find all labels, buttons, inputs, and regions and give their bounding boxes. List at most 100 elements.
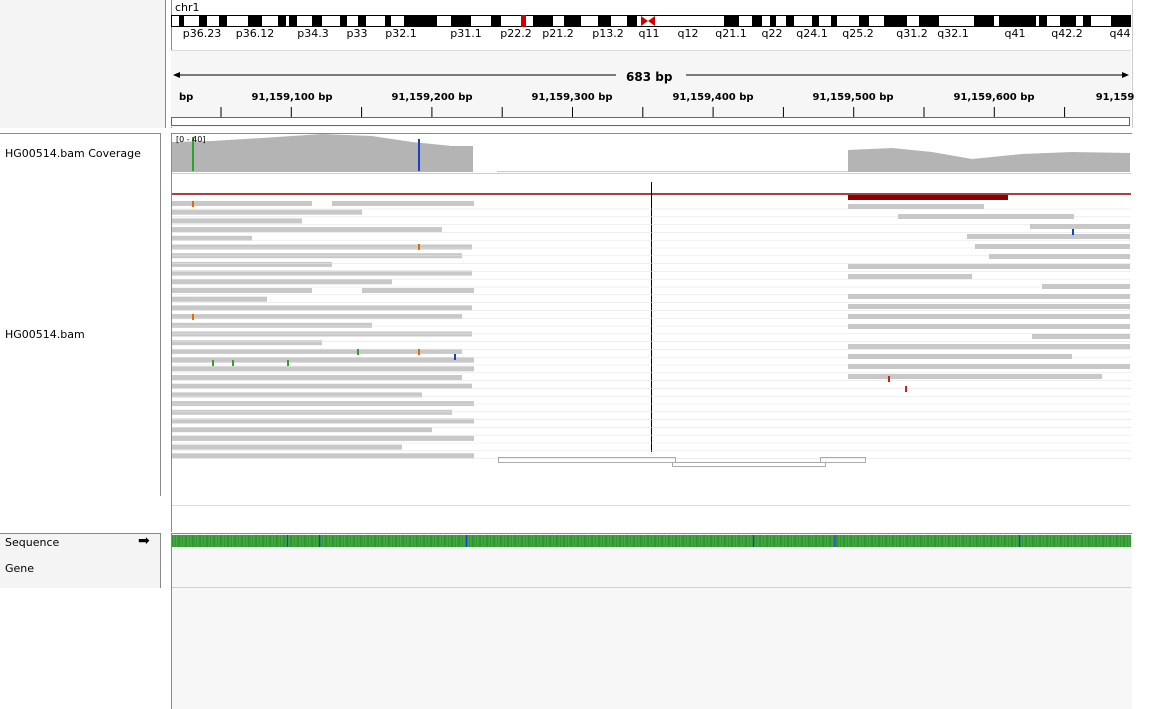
base <box>970 535 972 547</box>
read <box>967 234 1130 239</box>
base <box>886 535 888 547</box>
read <box>172 427 432 433</box>
base <box>568 535 570 547</box>
base <box>747 535 749 547</box>
deletion-block <box>848 195 1008 200</box>
base <box>229 535 231 547</box>
base <box>643 535 646 547</box>
base <box>974 535 976 547</box>
base <box>230 535 233 547</box>
base <box>523 535 525 547</box>
base <box>417 535 419 547</box>
base <box>263 535 265 547</box>
base <box>377 535 380 547</box>
base <box>660 535 662 547</box>
base <box>404 535 406 547</box>
base <box>975 535 977 547</box>
base <box>664 535 667 547</box>
base <box>813 535 815 547</box>
base <box>212 535 214 547</box>
base <box>691 535 693 547</box>
base <box>796 535 798 547</box>
right-arrow-icon[interactable]: ➡ <box>138 533 150 549</box>
base <box>324 535 326 547</box>
base <box>543 535 545 547</box>
base <box>552 535 555 547</box>
base <box>757 535 759 547</box>
base <box>253 535 255 547</box>
base <box>821 535 823 547</box>
base <box>844 535 846 547</box>
base <box>303 535 305 547</box>
base <box>1080 535 1082 547</box>
base <box>865 535 867 547</box>
base <box>585 535 587 547</box>
base <box>328 535 331 547</box>
base <box>841 535 843 547</box>
base <box>515 535 517 547</box>
coverage-track-name[interactable]: HG00514.bam Coverage <box>5 147 141 160</box>
base <box>1073 535 1075 547</box>
base <box>652 535 654 547</box>
base <box>575 535 577 547</box>
base <box>509 535 511 547</box>
feature-data-panel[interactable] <box>171 533 1132 709</box>
base <box>251 535 254 547</box>
base <box>331 535 333 547</box>
base <box>489 535 492 547</box>
base <box>923 535 926 547</box>
base <box>432 535 434 547</box>
read <box>172 340 322 346</box>
base <box>760 535 762 547</box>
base <box>316 535 318 547</box>
base <box>1062 535 1064 547</box>
base <box>403 535 405 547</box>
base <box>774 535 776 547</box>
base <box>209 535 212 547</box>
base <box>1115 535 1117 547</box>
base <box>200 535 202 547</box>
base <box>495 535 497 547</box>
base <box>996 535 998 547</box>
base <box>309 535 311 547</box>
alignment-track-name[interactable]: HG00514.bam <box>5 328 85 341</box>
base <box>246 535 248 547</box>
base <box>498 535 500 547</box>
ruler-tick-label: 91,159,200 bp <box>391 92 473 103</box>
base <box>499 535 501 547</box>
base <box>597 535 599 547</box>
base <box>935 535 937 547</box>
base <box>537 535 539 547</box>
base <box>358 535 360 547</box>
gene-track-name[interactable]: Gene <box>5 562 34 575</box>
base <box>443 535 445 547</box>
base <box>471 535 473 547</box>
read <box>848 374 1102 379</box>
base <box>940 535 942 547</box>
base <box>1108 535 1110 547</box>
sequence-track-name[interactable]: Sequence <box>5 536 59 549</box>
base <box>365 535 367 547</box>
base <box>755 535 758 547</box>
base <box>1014 535 1017 547</box>
base <box>621 535 623 547</box>
base <box>824 535 826 547</box>
base <box>685 535 688 547</box>
base <box>1059 535 1061 547</box>
read <box>848 274 972 279</box>
base <box>984 535 986 547</box>
base <box>856 535 858 547</box>
base <box>793 535 795 547</box>
base <box>650 535 653 547</box>
base <box>478 535 480 547</box>
base <box>506 535 508 547</box>
base <box>1045 535 1047 547</box>
base <box>683 535 685 547</box>
ruler-tick-label: 91,159,300 bp <box>531 92 613 103</box>
base <box>1084 535 1087 547</box>
base <box>853 535 856 547</box>
alignment-graphics[interactable] <box>172 134 1131 530</box>
base <box>925 535 927 547</box>
base <box>426 535 429 547</box>
base <box>870 535 872 547</box>
